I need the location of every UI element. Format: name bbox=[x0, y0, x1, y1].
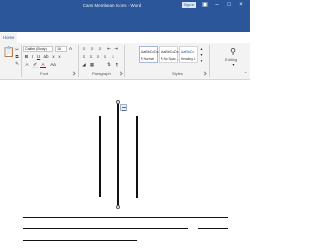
shading-icon[interactable]: ◢ bbox=[81, 62, 87, 68]
sign-in-button[interactable]: Sign in bbox=[182, 2, 196, 8]
horizontal-rule bbox=[198, 228, 228, 230]
window-title: Cans Membean Icons - Word bbox=[82, 3, 142, 8]
line-spacing-icon[interactable]: ↕ bbox=[110, 54, 116, 60]
style-name: Heading 1 bbox=[181, 57, 196, 61]
strikethrough-icon[interactable]: ab bbox=[43, 54, 49, 60]
minimize-icon[interactable]: – bbox=[212, 1, 222, 9]
resize-handle[interactable] bbox=[116, 205, 120, 209]
group-label-paragraph: Paragraph bbox=[92, 71, 111, 76]
horizontal-rule bbox=[23, 217, 228, 219]
style-heading-1[interactable]: AaBbCc Heading 1 bbox=[179, 46, 198, 63]
copy-icon[interactable]: ⧉ bbox=[14, 54, 20, 60]
highlight-icon[interactable]: ✐ bbox=[32, 62, 38, 68]
ribbon-separator bbox=[209, 45, 210, 77]
decrease-indent-icon[interactable]: ⇤ bbox=[106, 46, 112, 52]
justify-icon[interactable]: ≡ bbox=[102, 54, 108, 60]
tab-review[interactable]: Review bbox=[130, 34, 144, 39]
ribbon-display-icon[interactable]: ▣ bbox=[200, 1, 210, 9]
sort-icon[interactable]: ⇅ bbox=[106, 62, 112, 68]
close-icon[interactable]: × bbox=[236, 1, 246, 9]
ribbon-separator bbox=[78, 45, 79, 77]
horizontal-rule bbox=[23, 228, 188, 230]
style-name: ¶ Normal bbox=[141, 57, 154, 61]
style-sample: AaBbCcDc bbox=[141, 50, 159, 54]
multilevel-list-icon[interactable]: ≡ bbox=[97, 46, 103, 52]
title-bar: Cans Membean Icons - Word Sign in ▣ – □ … bbox=[0, 0, 250, 32]
align-center-icon[interactable]: ≡ bbox=[88, 54, 94, 60]
styles-more-icon[interactable]: ▾ bbox=[199, 58, 204, 64]
style-sample: AaBbCcDc bbox=[161, 50, 179, 54]
tab-view[interactable]: View bbox=[150, 34, 159, 39]
collapse-ribbon-icon[interactable]: ⌃ bbox=[243, 71, 248, 77]
bullets-icon[interactable]: ≡ bbox=[81, 46, 87, 52]
style-sample: AaBbCc bbox=[181, 50, 195, 54]
ribbon-separator bbox=[124, 45, 125, 77]
vertical-line-shape[interactable] bbox=[136, 116, 138, 198]
font-name-select[interactable]: Calibri (Body) bbox=[23, 46, 53, 52]
subscript-icon[interactable]: x bbox=[51, 54, 56, 60]
show-formatting-icon[interactable]: ¶ bbox=[114, 62, 120, 68]
group-label-font: Font bbox=[40, 71, 49, 76]
font-size-select[interactable]: 16 bbox=[55, 46, 67, 52]
tab-format[interactable]: Format bbox=[188, 34, 202, 39]
horizontal-rule bbox=[23, 240, 137, 242]
lightbulb-icon[interactable]: ◯ bbox=[212, 34, 217, 40]
change-case-icon[interactable]: Aa bbox=[50, 62, 56, 68]
style-name: ¶ No Spac... bbox=[161, 57, 179, 61]
align-right-icon[interactable]: ≡ bbox=[95, 54, 101, 60]
tab-layout[interactable]: Layout bbox=[61, 34, 74, 39]
numbering-icon[interactable]: ≡ bbox=[89, 46, 95, 52]
format-painter-icon[interactable]: ✎ bbox=[14, 61, 20, 67]
vertical-line-shape[interactable] bbox=[117, 104, 119, 208]
style-no-spacing[interactable]: AaBbCcDc ¶ No Spac... bbox=[159, 46, 179, 63]
borders-icon[interactable]: ▦ bbox=[89, 62, 95, 68]
tab-home[interactable]: Home bbox=[0, 33, 18, 43]
tab-insert[interactable]: Insert bbox=[22, 34, 33, 39]
tab-references[interactable]: References bbox=[80, 34, 102, 39]
tab-tell-me[interactable]: Tell me bbox=[222, 34, 236, 39]
group-label-styles: Styles bbox=[172, 71, 183, 76]
grow-font-icon[interactable]: A bbox=[68, 46, 73, 52]
italic-icon[interactable]: I bbox=[30, 54, 35, 60]
ribbon-separator bbox=[21, 45, 22, 77]
tab-help[interactable]: Help bbox=[166, 34, 175, 39]
vertical-line-shape[interactable] bbox=[99, 116, 101, 197]
superscript-icon[interactable]: x bbox=[57, 54, 62, 60]
align-left-icon[interactable]: ≡ bbox=[81, 54, 87, 60]
text-effects-icon[interactable]: A bbox=[24, 62, 30, 68]
cut-icon[interactable]: ✂ bbox=[14, 47, 20, 53]
underline-icon[interactable]: U bbox=[36, 54, 41, 60]
chevron-down-icon[interactable]: ▼ bbox=[231, 62, 236, 68]
editing-search-icon[interactable]: ⚲ bbox=[228, 47, 238, 56]
tab-mailings[interactable]: Mailings bbox=[107, 34, 123, 39]
increase-indent-icon[interactable]: ⇥ bbox=[113, 46, 119, 52]
font-color-icon[interactable]: A bbox=[40, 62, 46, 68]
style-normal[interactable]: AaBbCcDc ¶ Normal bbox=[139, 46, 159, 63]
tab-design[interactable]: Design bbox=[40, 34, 53, 39]
maximize-icon[interactable]: □ bbox=[224, 1, 234, 9]
layout-options-icon[interactable] bbox=[120, 104, 127, 111]
bold-icon[interactable]: B bbox=[24, 54, 29, 60]
